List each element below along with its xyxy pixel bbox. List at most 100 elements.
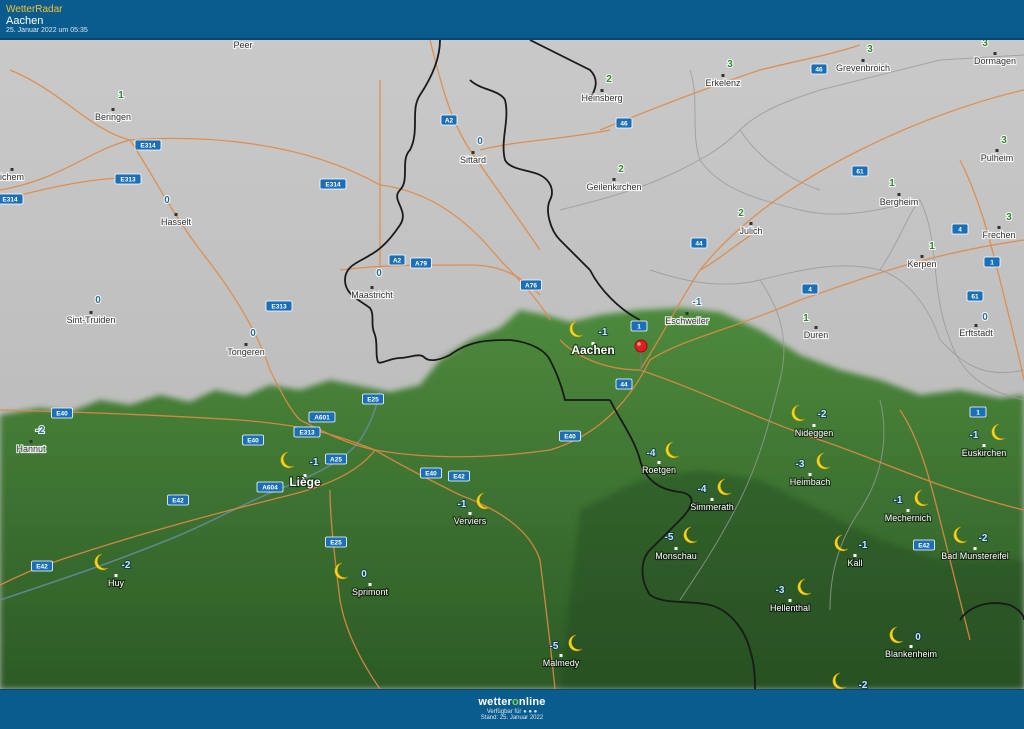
city-temperature: -2 — [122, 560, 131, 571]
svg-text:E40: E40 — [564, 434, 576, 441]
city-temperature: -2 — [859, 680, 868, 689]
svg-text:E313: E313 — [120, 177, 136, 184]
svg-text:E42: E42 — [918, 543, 930, 550]
road-shield: A601 — [308, 411, 336, 423]
updated-text: Stand: 25. Januar 2022 — [480, 715, 544, 721]
road-shield: 44 — [690, 237, 708, 249]
road-shield: E42 — [448, 470, 470, 482]
road-shield: A25 — [325, 453, 347, 465]
city-name: Verviers — [454, 516, 487, 526]
city-temperature: 0 — [915, 632, 921, 643]
city-temperature: 3 — [1006, 212, 1012, 223]
city-temperature: -2 — [818, 409, 827, 420]
city-temperature: 3 — [867, 44, 873, 55]
road-shield: A76 — [520, 279, 542, 291]
road-shield: E42 — [167, 494, 189, 506]
city-name: ichem — [0, 172, 24, 182]
svg-text:E314: E314 — [140, 143, 156, 150]
road-shield: E42 — [913, 539, 935, 551]
city-name: Hannut — [16, 444, 46, 454]
city-dot — [111, 108, 115, 111]
city-temperature: 3 — [982, 40, 988, 49]
road-shield: 4 — [951, 223, 969, 235]
svg-text:E40: E40 — [425, 471, 437, 478]
svg-text:1: 1 — [990, 260, 994, 267]
city-dot — [29, 440, 33, 443]
svg-text:1: 1 — [637, 324, 641, 331]
city-name: Heimbach — [790, 477, 831, 487]
city-temperature: -2 — [979, 533, 988, 544]
header-bar: WetterRadar Aachen 25. Januar 2022 um 05… — [0, 0, 1024, 40]
city-temperature: 0 — [477, 136, 483, 147]
svg-text:E314: E314 — [325, 182, 341, 189]
city-temperature: 2 — [738, 208, 744, 219]
city-name: Kall — [847, 558, 862, 568]
road-shield: 46 — [810, 63, 828, 75]
svg-text:A76: A76 — [525, 283, 537, 290]
brand-logo[interactable]: wetteronline — [0, 696, 1024, 708]
svg-text:E314: E314 — [2, 197, 18, 204]
svg-text:46: 46 — [620, 121, 628, 128]
city-temperature: -2 — [36, 425, 45, 436]
city-dot — [814, 326, 818, 329]
city-name: Heinsberg — [581, 93, 622, 103]
city-name: Erftstadt — [959, 328, 993, 338]
road-shield: E25 — [325, 536, 347, 548]
city-temperature: -3 — [796, 459, 805, 470]
svg-text:E25: E25 — [330, 540, 342, 547]
radar-map[interactable]: E314 E313 E314 E314 A2 46 46 61 4 1 61 A2 A79 A76 44 4 E… — [0, 40, 1024, 689]
svg-text:61: 61 — [971, 294, 979, 301]
city-dot — [861, 59, 865, 62]
road-shield: E314 — [0, 193, 24, 205]
city-temperature: -1 — [859, 540, 868, 551]
city-name: Simmerath — [690, 502, 734, 512]
city-marker[interactable]: Peer — [232, 40, 253, 51]
road-shield: A2 — [440, 114, 458, 126]
svg-text:A79: A79 — [415, 261, 427, 268]
city-dot — [749, 222, 753, 225]
road-shield: 1 — [630, 320, 648, 332]
city-name: Dormagen — [974, 56, 1016, 66]
city-temperature: -5 — [550, 641, 559, 652]
city-name: Roetgen — [642, 465, 676, 475]
city-temperature: -3 — [776, 585, 785, 596]
svg-text:A25: A25 — [330, 457, 342, 464]
city-dot — [559, 654, 563, 657]
svg-text:E25: E25 — [367, 397, 379, 404]
road-shield: A604 — [256, 481, 284, 493]
road-shield: E40 — [51, 407, 73, 419]
app-title: WetterRadar — [6, 4, 63, 15]
road-shield: E314 — [319, 178, 347, 190]
city-name: Julich — [739, 226, 762, 236]
svg-text:E40: E40 — [56, 411, 68, 418]
city-dot — [788, 599, 792, 602]
city-dot — [973, 547, 977, 550]
city-name: Nideggen — [795, 428, 834, 438]
city-name: Peer — [233, 40, 252, 50]
svg-text:E40: E40 — [247, 438, 259, 445]
city-dot — [710, 498, 714, 501]
city-temperature: 1 — [803, 313, 809, 324]
city-temperature: 0 — [164, 195, 170, 206]
city-name: Euskirchen — [962, 448, 1007, 458]
city-temperature: 0 — [250, 328, 256, 339]
city-name: Maastricht — [351, 290, 393, 300]
city-name: Mechernich — [885, 513, 932, 523]
city-dot — [674, 547, 678, 550]
city-name: Hellenthal — [770, 603, 810, 613]
city-temperature: 2 — [606, 74, 612, 85]
city-temperature: 1 — [929, 241, 935, 252]
city-name: Sittard — [460, 155, 486, 165]
city-name: Monschau — [655, 551, 697, 561]
map-canvas[interactable]: E314E313E314E314A2 4646614161A2 A79A76444E… — [0, 40, 1024, 689]
city-dot — [995, 149, 999, 152]
city-dot — [997, 226, 1001, 229]
city-name: Grevenbroich — [836, 63, 890, 73]
city-dot — [600, 89, 604, 92]
city-temperature: 1 — [889, 178, 895, 189]
svg-text:E42: E42 — [36, 564, 48, 571]
svg-text:46: 46 — [815, 67, 823, 74]
city-name: Sint-Truiden — [67, 315, 116, 325]
city-temperature: -1 — [310, 457, 319, 468]
city-temperature: -5 — [665, 532, 674, 543]
